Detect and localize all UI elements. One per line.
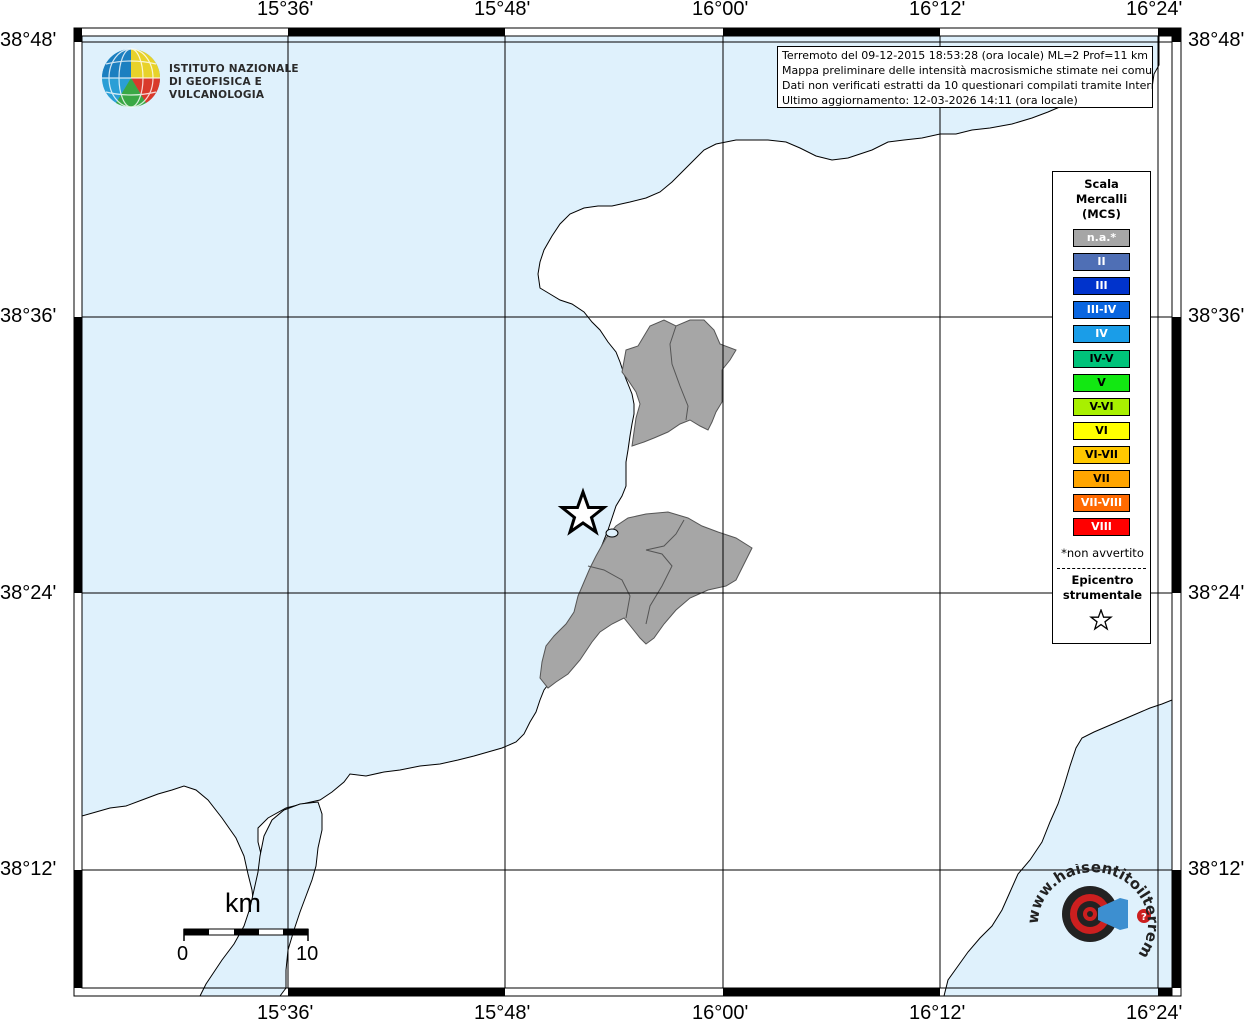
legend-title-line: Scala [1084, 177, 1119, 191]
legend-title-line: Mercalli [1075, 192, 1128, 206]
legend-swatch-iv-v: IV-V [1073, 349, 1130, 368]
legend-title-line: (MCS) [1082, 207, 1121, 221]
scale-unit-label: km [225, 888, 261, 918]
not-felt-note: *non avvertito [1061, 546, 1144, 560]
legend-swatch-ii: II [1073, 253, 1130, 272]
lat-label-right: 38°36' [1188, 305, 1245, 327]
scale-max-label: 10 [296, 943, 319, 965]
legend-swatch-iii: III [1073, 277, 1130, 296]
lon-label-bottom: 16°12' [909, 1002, 966, 1024]
lon-label-bottom: 15°36' [257, 1002, 314, 1024]
legend-swatch-iii-iv: III-IV [1073, 301, 1130, 320]
epicenter-label-line: Epicentro [1071, 573, 1134, 587]
legend-swatch-vii-viii: VII-VIII [1073, 494, 1130, 513]
legend-swatch-viii: VIII [1073, 518, 1130, 537]
earthquake-info-box: Terremoto del 09-12-2015 18:53:28 (ora l… [777, 46, 1153, 108]
lon-label-top: 15°36' [257, 0, 314, 20]
ingv-logo-line2: DI GEOFISICA E VULCANOLOGIA [169, 76, 265, 101]
scale-min-label: 0 [177, 943, 189, 965]
ingv-logo-line1: ISTITUTO NAZIONALE [169, 63, 299, 75]
haisentito-logo: ? www.haisentitoilterremoto.it [1028, 864, 1158, 962]
legend-swatch-vii: VII [1073, 470, 1130, 488]
epicenter-legend-star-icon [1089, 609, 1113, 631]
lon-label-top: 16°00' [692, 0, 749, 20]
lat-label-left: 38°36' [0, 305, 57, 327]
info-line: Dati non verificati estratti da 10 quest… [782, 79, 1153, 92]
lon-label-bottom: 15°48' [474, 1002, 531, 1024]
lon-label-bottom: 16°00' [692, 1002, 749, 1024]
legend-swatch-v-vi: V-VI [1073, 397, 1130, 416]
legend-swatch-vi: VI [1073, 421, 1130, 440]
lon-label-top: 16°12' [909, 0, 966, 20]
legend-divider [1057, 568, 1146, 569]
lon-label-top: 16°24' [1126, 0, 1183, 20]
lat-label-right: 38°48' [1188, 29, 1245, 51]
lon-label-top: 15°48' [474, 0, 531, 20]
small-lake [605, 528, 619, 538]
ingv-logo: ISTITUTO NAZIONALE DI GEOFISICA E VULCAN… [100, 47, 330, 109]
lat-label-left: 38°48' [0, 29, 57, 51]
lat-label-left: 38°24' [0, 582, 57, 604]
legend-swatch-vi-vii: VI-VII [1073, 445, 1130, 464]
lat-label-left: 38°12' [0, 858, 57, 880]
legend-swatch-n-a-: n.a.* [1073, 229, 1130, 247]
mcs-legend: Scala Mercalli (MCS) n.a.* II III III-IV IV I… [1052, 171, 1151, 644]
info-line: Mappa preliminare delle intensità macros… [782, 64, 1153, 77]
lat-label-right: 38°12' [1188, 858, 1245, 880]
legend-swatch-iv: IV [1073, 325, 1130, 344]
legend-title: Scala Mercalli (MCS) [1053, 177, 1150, 222]
lon-label-bottom: 16°24' [1126, 1002, 1183, 1024]
info-line: Terremoto del 09-12-2015 18:53:28 (ora l… [782, 49, 1149, 62]
epicenter-label-line: strumentale [1062, 588, 1143, 602]
legend-swatch-v: V [1073, 373, 1130, 392]
lat-label-right: 38°24' [1188, 582, 1245, 604]
epicenter-legend-label: Epicentro strumentale [1053, 573, 1152, 603]
info-line: Ultimo aggiornamento: 12-03-2026 14:11 (… [782, 94, 1078, 107]
